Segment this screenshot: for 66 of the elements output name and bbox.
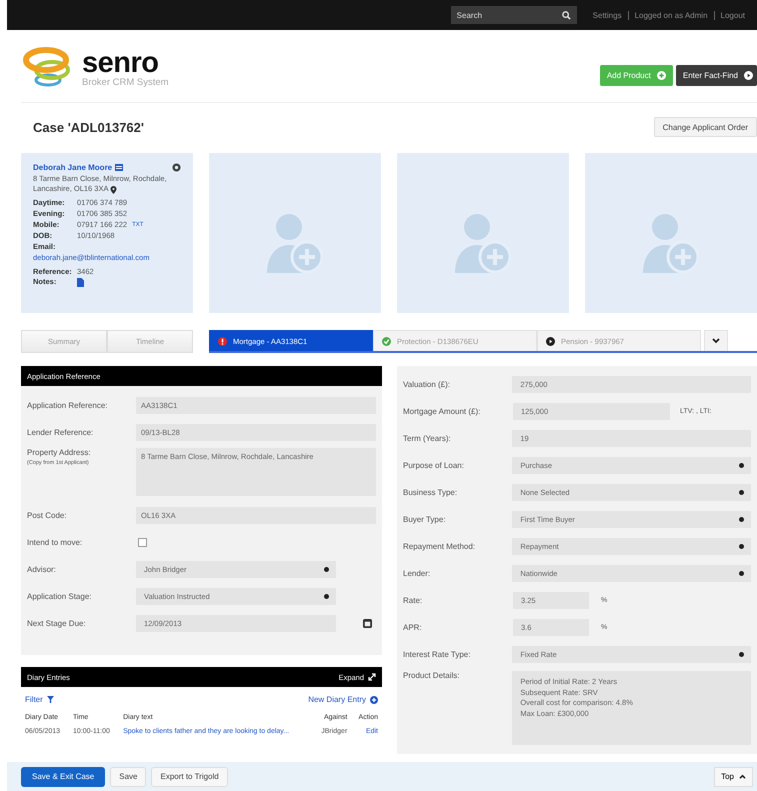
arrow-circle-icon xyxy=(546,336,555,346)
case-title: Case 'ADL013762' xyxy=(33,120,144,134)
field-label: Property Address: xyxy=(27,448,92,457)
field-label: Application Reference: xyxy=(27,401,108,410)
caret-icon xyxy=(324,594,329,599)
plus-circle-icon xyxy=(656,71,666,80)
footer-button[interactable]: Export to Trigold xyxy=(151,766,228,786)
search-field[interactable]: Search xyxy=(450,6,577,24)
checkbox[interactable] xyxy=(138,538,147,547)
file-icon[interactable] xyxy=(77,278,84,288)
footer-button[interactable]: Save xyxy=(110,766,146,786)
top-link[interactable]: Logged on as Admin xyxy=(628,10,714,20)
field-label: Lender: xyxy=(403,569,430,578)
caret-icon xyxy=(739,517,744,522)
caret-icon xyxy=(739,652,744,657)
field-label: Term (Years): xyxy=(403,434,451,443)
gear-icon[interactable] xyxy=(172,163,181,172)
field-label: Repayment Method: xyxy=(403,542,476,551)
chevron-down-icon xyxy=(712,338,720,344)
expand-icon xyxy=(368,673,376,681)
play-circle-icon xyxy=(744,71,753,80)
calendar-icon[interactable] xyxy=(363,619,372,628)
filter-icon xyxy=(46,696,54,703)
caret-icon xyxy=(324,567,329,572)
add-person-icon xyxy=(267,212,323,274)
field-label: Post Code: xyxy=(27,511,68,520)
id-card-icon xyxy=(115,164,124,172)
caret-icon xyxy=(739,490,744,495)
add-product-button[interactable]: Add Product xyxy=(600,65,673,86)
caret-icon xyxy=(739,544,744,549)
field-label: Business Type: xyxy=(403,488,458,497)
caret-icon xyxy=(739,571,744,576)
check-icon xyxy=(382,336,391,346)
field-label: Next Stage Due: xyxy=(27,619,87,628)
field-label: Valuation (£): xyxy=(403,380,450,389)
chevron-up-icon xyxy=(739,774,746,779)
add-person-icon xyxy=(643,212,699,274)
field-label: Purpose of Loan: xyxy=(403,461,464,470)
field-label: Product Details: xyxy=(403,671,460,680)
top-button[interactable]: Top xyxy=(714,766,753,786)
field-label: Application Stage: xyxy=(27,592,92,601)
top-link[interactable]: Logout xyxy=(714,10,751,20)
top-link[interactable]: Settings xyxy=(586,10,628,20)
field-label: Intend to move: xyxy=(27,538,84,547)
field-label: Interest Rate Type: xyxy=(403,650,470,659)
field-label: Buyer Type: xyxy=(403,515,446,524)
save-exit-button[interactable]: Save & Exit Case xyxy=(21,766,106,786)
location-pin-icon xyxy=(110,186,118,194)
add-person-icon xyxy=(455,212,511,274)
field-label: APR: xyxy=(403,623,422,632)
more-tabs-button[interactable] xyxy=(704,330,728,351)
fact-find-button[interactable]: Enter Fact-Find xyxy=(676,65,757,86)
caret-icon xyxy=(739,463,744,468)
applicant-name[interactable]: Deborah Jane Moore xyxy=(33,162,112,174)
logo-tagline: Broker CRM System xyxy=(82,78,169,88)
field-label: Mortgage Amount (£): xyxy=(403,407,480,416)
field-label: Rate: xyxy=(403,596,422,605)
new-entry-link[interactable]: New Diary Entry xyxy=(308,694,378,705)
plus-circle-icon xyxy=(370,696,378,704)
logo-name: senro xyxy=(82,48,158,78)
field-label: Advisor: xyxy=(27,565,57,574)
filter-link[interactable]: Filter xyxy=(25,694,54,705)
change-order-button[interactable]: Change Applicant Order xyxy=(654,117,757,137)
search-icon xyxy=(562,10,571,20)
alert-icon xyxy=(218,336,227,346)
field-label: Lender Reference: xyxy=(27,428,94,437)
